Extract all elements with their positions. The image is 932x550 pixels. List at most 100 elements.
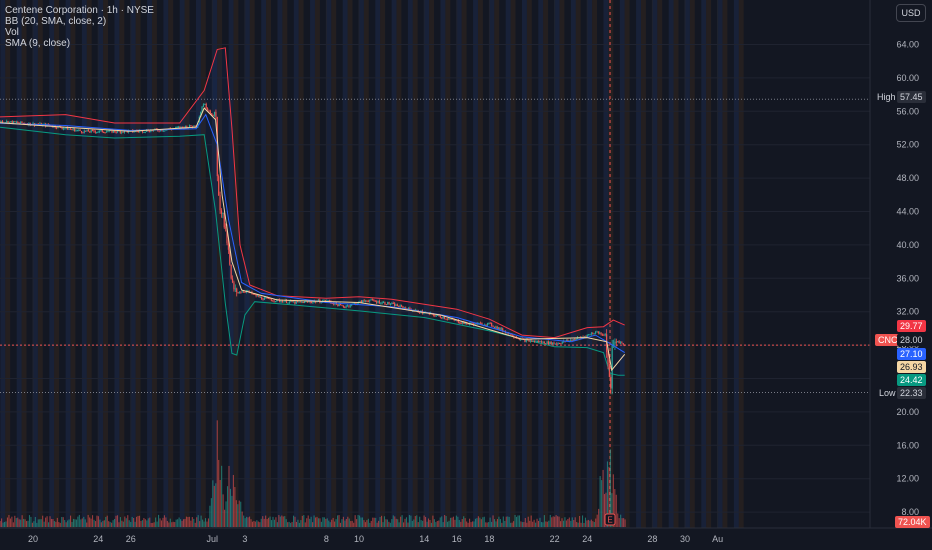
candle-body	[302, 301, 304, 304]
candle-body	[263, 297, 266, 300]
legend-bb[interactable]: BB (20, SMA, close, 2)	[5, 16, 154, 27]
volume-bar	[353, 522, 355, 527]
candle-body	[97, 131, 99, 133]
volume-bar	[184, 518, 186, 527]
volume-bar	[53, 521, 55, 527]
volume-bar	[260, 518, 262, 527]
sma-tag: 26.93	[897, 361, 926, 373]
session-postmarket-band	[575, 0, 581, 528]
currency-button[interactable]: USD	[896, 4, 926, 22]
price-axis[interactable]: 64.00 60.00 56.00 52.00 48.00 44.00 40.00 36.00…	[869, 0, 932, 550]
candle-body	[15, 121, 18, 123]
candle-body	[19, 121, 22, 123]
candle-body	[14, 121, 16, 123]
volume-bar	[155, 517, 157, 527]
price-chart[interactable]: 64.00 60.00 56.00 52.00 48.00 44.00 40.00 36.00…	[0, 0, 932, 550]
volume-bar	[325, 518, 327, 527]
volume-bar	[187, 517, 189, 527]
legend-vol[interactable]: Vol	[5, 27, 154, 38]
candle-body	[79, 129, 81, 131]
legend-sma[interactable]: SMA (9, close)	[5, 38, 154, 49]
volume-bar	[495, 521, 497, 527]
candle-body	[556, 343, 558, 345]
time-tick-label: 20	[28, 534, 38, 544]
volume-bar	[452, 516, 454, 527]
session-premarket-band	[570, 0, 576, 528]
session-postmarket-band	[461, 0, 467, 528]
candle-body	[486, 323, 489, 326]
price-tick-label: 48.00	[896, 173, 919, 183]
volume-bar	[94, 521, 97, 527]
candle-body	[112, 130, 114, 133]
earnings-marker[interactable]: E	[604, 513, 616, 526]
price-tick-label: 16.00	[896, 440, 919, 450]
candle-body	[233, 282, 235, 290]
candle-body	[267, 298, 270, 300]
volume-bar	[441, 516, 443, 527]
candle-body	[96, 131, 98, 133]
legend-title[interactable]: Centene Corporation · 1h · NYSE	[5, 5, 154, 16]
time-tick-label: 24	[582, 534, 592, 544]
candle-body	[193, 125, 195, 127]
chart-legend: Centene Corporation · 1h · NYSE BB (20, …	[5, 5, 154, 49]
volume-bar	[62, 517, 64, 527]
candle-body	[528, 339, 530, 342]
session-postmarket-band	[494, 0, 500, 528]
session-premarket-band	[179, 0, 185, 528]
candle-body	[621, 342, 623, 344]
volume-tag: 72.04K	[895, 516, 930, 528]
volume-bar	[182, 519, 185, 527]
candle-body	[400, 305, 403, 307]
volume-bar	[581, 515, 584, 527]
candle-body	[338, 303, 340, 307]
candle-body	[594, 331, 597, 334]
session-postmarket-band	[135, 0, 141, 528]
session-postmarket-band	[5, 0, 11, 528]
volume-bar	[329, 522, 331, 527]
volume-bar	[27, 520, 29, 527]
volume-bar	[55, 521, 57, 527]
volume-bar	[28, 515, 31, 527]
volume-bar	[518, 515, 521, 527]
candle-body	[570, 339, 572, 341]
candle-body	[493, 326, 496, 328]
volume-bar	[234, 487, 236, 527]
session-postmarket-band	[184, 0, 190, 528]
session-postmarket-band	[380, 0, 386, 528]
candle-body	[418, 312, 421, 314]
candle-body	[340, 303, 342, 306]
candle-body	[294, 301, 296, 304]
volume-bar	[392, 515, 394, 527]
volume-bar	[246, 516, 248, 527]
candle-body	[188, 125, 191, 128]
volume-bar	[602, 469, 604, 527]
volume-bar	[378, 520, 380, 527]
candle-body	[297, 301, 299, 303]
bb-lower-tag: 24.42	[897, 374, 926, 386]
candle-body	[295, 301, 297, 304]
time-axis[interactable]: 20 24 26 Jul 3 8 10 14 16 18 22 24 28 30 Au	[0, 527, 932, 550]
candle-body	[619, 342, 622, 344]
volume-bar	[251, 521, 254, 527]
candle-body	[273, 300, 275, 302]
session-premarket-band	[733, 0, 739, 528]
volume-bar	[64, 520, 66, 527]
volume-bar	[454, 519, 456, 527]
session-premarket-band	[196, 0, 201, 528]
session-postmarket-band	[282, 0, 288, 528]
volume-bar	[128, 520, 130, 527]
volume-bar	[14, 515, 16, 527]
candle-body	[309, 301, 311, 303]
session-premarket-band	[668, 0, 674, 528]
volume-bar	[238, 500, 240, 527]
candle-body	[583, 336, 586, 338]
volume-bar	[430, 522, 432, 527]
volume-bar	[351, 520, 353, 527]
volume-bar	[134, 521, 136, 527]
volume-bar	[97, 516, 99, 527]
candle-body	[107, 131, 109, 133]
volume-bar	[121, 520, 123, 527]
session-premarket-band	[49, 0, 55, 528]
volume-bar	[388, 521, 390, 527]
volume-bar	[175, 519, 177, 527]
